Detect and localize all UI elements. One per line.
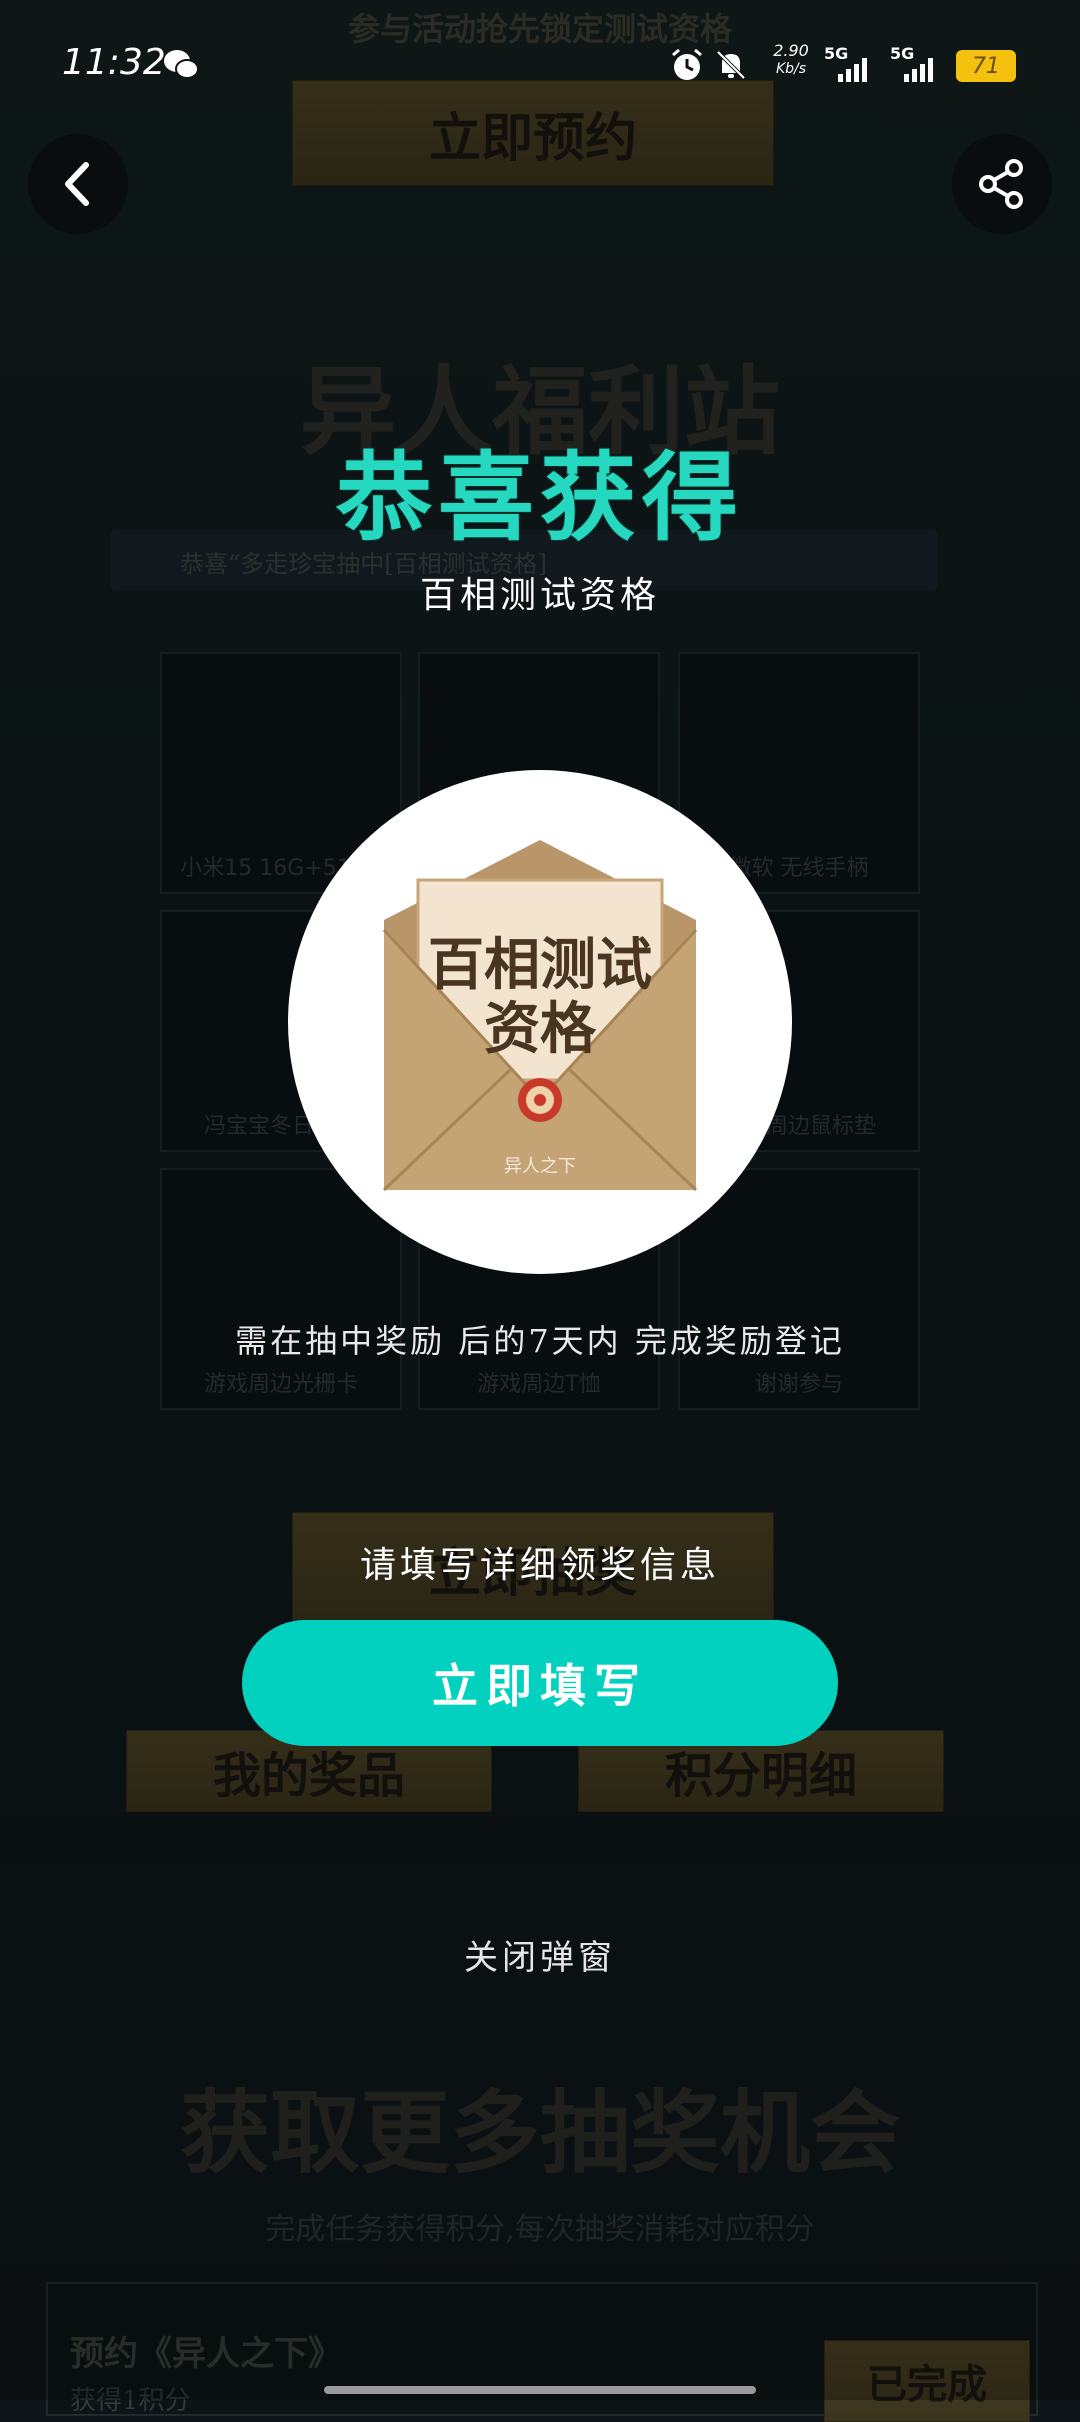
alarm-icon xyxy=(668,46,706,84)
prize-name: 百相测试资格 xyxy=(419,575,660,616)
back-button[interactable] xyxy=(28,134,128,234)
share-icon xyxy=(979,159,1023,209)
prize-image-brand: 异人之下 xyxy=(504,1156,576,1177)
status-bar: 11:32 2.90 Kb/s 5G 5G 71 xyxy=(0,0,1080,130)
net-speed: 2.90 Kb/s xyxy=(773,41,809,78)
status-time: 11:32 xyxy=(62,42,166,83)
fill-info-prompt: 请填写详细领奖信息 xyxy=(359,1545,720,1586)
wechat-icon xyxy=(162,46,200,84)
signal-2: 5G xyxy=(890,44,950,84)
registration-note: 需在抽中奖励 后的7天内 完成奖励登记 xyxy=(235,1322,845,1360)
battery-indicator: 71 xyxy=(956,50,1016,82)
fill-now-button[interactable]: 立即填写 xyxy=(242,1620,838,1746)
popup-title: 恭喜获得 xyxy=(336,441,744,554)
close-popup-button[interactable]: 关闭弹窗 xyxy=(0,1930,1080,1979)
share-button[interactable] xyxy=(952,134,1052,234)
prize-image-text-2: 资格 xyxy=(484,996,596,1062)
home-indicator[interactable] xyxy=(324,2386,756,2394)
signal-1: 5G xyxy=(824,44,884,84)
chevron-left-icon xyxy=(65,162,89,206)
prize-image: 百相测试 资格 异人之下 xyxy=(288,770,792,1274)
bell-off-icon xyxy=(712,46,750,84)
